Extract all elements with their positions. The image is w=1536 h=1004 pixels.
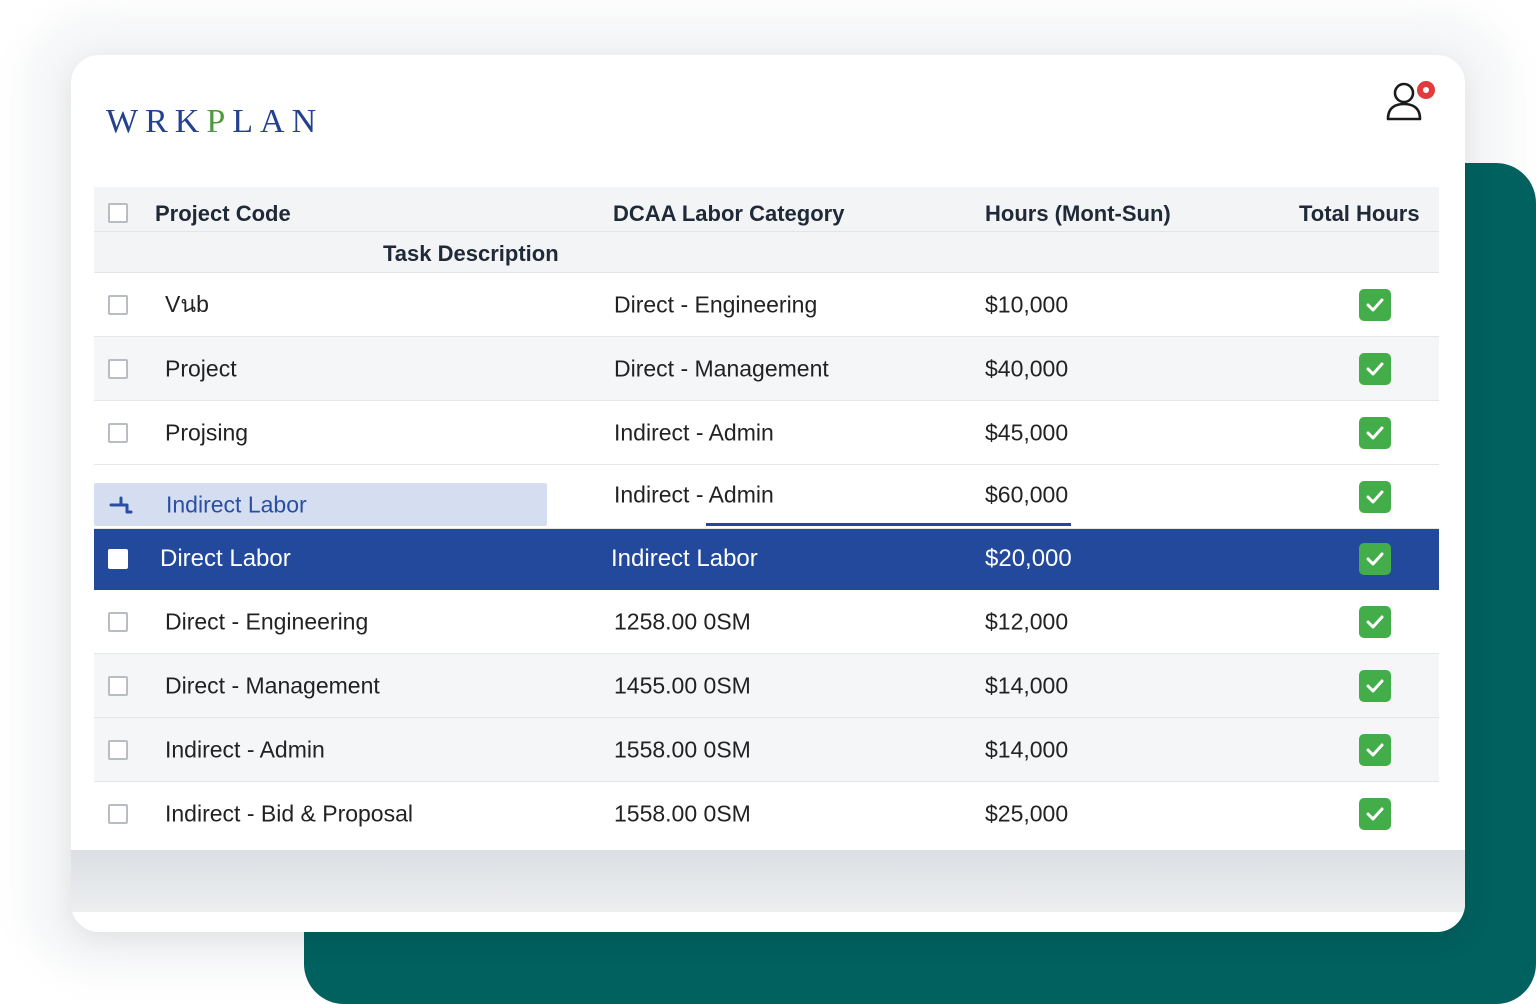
row-checkbox[interactable] — [108, 358, 128, 379]
user-profile-button[interactable] — [1385, 79, 1435, 127]
labor-category-cell: 1455.00 0SM — [614, 672, 751, 698]
table-row[interactable]: Direct - Engineering 1258.00 0SM $12,000 — [94, 590, 1439, 654]
drop-indicator — [706, 523, 1071, 526]
header-total-hours[interactable]: Total Hours — [1299, 201, 1420, 227]
row-checkbox[interactable] — [108, 422, 128, 443]
check-icon[interactable] — [1359, 797, 1391, 830]
check-icon[interactable] — [1359, 416, 1391, 449]
labor-category-cell: 1258.00 0SM — [614, 608, 751, 634]
amount-cell: $14,000 — [985, 736, 1069, 762]
labor-category-cell: Direct - Management — [614, 355, 829, 381]
check-icon[interactable] — [1359, 288, 1391, 321]
check-icon[interactable] — [1359, 352, 1391, 385]
table-row[interactable]: Project Direct - Management $40,000 — [94, 337, 1439, 401]
row-checkbox[interactable] — [108, 611, 128, 632]
labor-category-cell: 1558.00 0SM — [614, 736, 751, 762]
table-row-selected[interactable]: Direct Labor Indirect Labor $20,000 — [94, 529, 1439, 590]
labor-category-cell: Indirect - Admin — [614, 419, 774, 445]
header-divider — [94, 231, 1439, 232]
card-footer-shade — [71, 850, 1465, 912]
header-labor-category[interactable]: DCAA Labor Category — [613, 201, 844, 227]
table-header: Project Code DCAA Labor Category Hours (… — [94, 187, 1439, 273]
amount-cell: $10,000 — [985, 291, 1069, 317]
table-row[interactable]: Vนb Direct - Engineering $10,000 — [94, 273, 1439, 337]
timesheet-table: Project Code DCAA Labor Category Hours (… — [94, 187, 1439, 845]
row-checkbox[interactable] — [108, 549, 128, 569]
check-icon[interactable] — [1359, 480, 1391, 513]
notification-badge — [1417, 81, 1435, 99]
project-code-cell: Direct - Management — [165, 672, 380, 698]
row-checkbox[interactable] — [108, 739, 128, 760]
row-checkbox[interactable] — [108, 675, 128, 696]
labor-category-cell: Indirect - Admin — [614, 481, 774, 508]
project-code-cell: Project — [165, 355, 237, 381]
row-checkbox[interactable] — [108, 294, 128, 315]
select-all-checkbox[interactable] — [108, 203, 128, 223]
timesheet-card: WRKPLAN Project Code DCAA Labor Category… — [71, 55, 1465, 932]
project-code-cell: Indirect Labor — [166, 491, 307, 517]
check-icon[interactable] — [1359, 543, 1391, 575]
header-project-code[interactable]: Project Code — [155, 201, 291, 227]
project-code-cell: Direct - Engineering — [165, 608, 369, 634]
header-task-description[interactable]: Task Description — [383, 241, 559, 267]
amount-cell: $45,000 — [985, 419, 1069, 445]
table-row[interactable]: Projsing Indirect - Admin $45,000 — [94, 401, 1439, 465]
amount-cell: $14,000 — [985, 672, 1069, 698]
brand-logo: WRKPLAN — [106, 103, 324, 140]
project-code-cell: Direct Labor — [160, 545, 291, 572]
labor-category-cell: 1558.00 0SM — [614, 800, 751, 826]
table-row-dragging[interactable]: Indirect Labor Indirect - Admin $60,000 — [94, 465, 1439, 529]
project-code-cell: Indirect - Admin — [165, 736, 325, 762]
amount-cell: $40,000 — [985, 355, 1069, 381]
project-code-cell: Projsing — [165, 419, 249, 445]
table-row[interactable]: Direct - Management 1455.00 0SM $14,000 — [94, 654, 1439, 718]
table-row[interactable]: Indirect - Admin 1558.00 0SM $14,000 — [94, 718, 1439, 782]
header-hours[interactable]: Hours (Mont-Sun) — [985, 201, 1171, 227]
check-icon[interactable] — [1359, 733, 1391, 766]
amount-cell: $25,000 — [985, 800, 1069, 826]
amount-cell: $20,000 — [985, 545, 1072, 572]
labor-category-cell: Direct - Engineering — [614, 291, 818, 317]
row-checkbox[interactable] — [108, 803, 128, 824]
amount-cell: $12,000 — [985, 608, 1069, 634]
check-icon[interactable] — [1359, 669, 1391, 702]
check-icon[interactable] — [1359, 605, 1391, 638]
drag-handle-icon[interactable] — [109, 495, 135, 515]
project-code-cell: Indirect - Bid & Proposal — [165, 800, 414, 826]
labor-category-cell: Indirect Labor — [611, 545, 758, 572]
drag-preview[interactable]: Indirect Labor — [94, 483, 547, 526]
table-row[interactable]: Indirect - Bid & Proposal 1558.00 0SM $2… — [94, 782, 1439, 845]
amount-cell: $60,000 — [985, 481, 1069, 508]
project-code-cell: Vนb — [165, 290, 209, 317]
